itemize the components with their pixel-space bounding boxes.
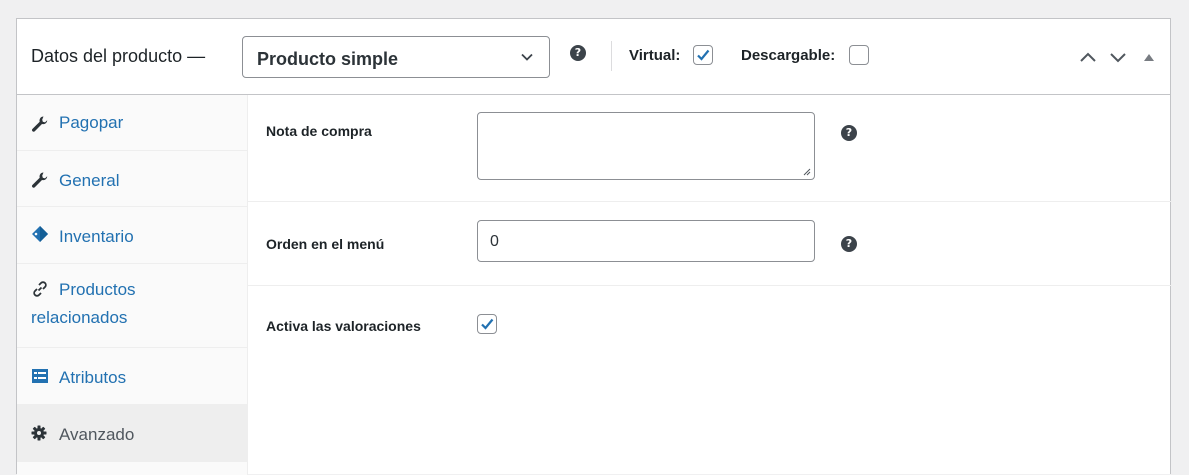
gear-icon: [31, 425, 47, 441]
help-icon[interactable]: ?: [570, 45, 586, 61]
menu-order-value: 0: [490, 233, 499, 250]
tab-pagopar[interactable]: Pagopar: [17, 95, 248, 151]
move-up-icon[interactable]: [1079, 49, 1097, 65]
help-icon[interactable]: ?: [841, 125, 857, 141]
chevron-down-icon: [521, 53, 533, 61]
reviews-label: Activa las valoraciones: [266, 318, 421, 334]
menu-order-label: Orden en el menú: [266, 236, 385, 252]
product-data-tabs: Pagopar General Inventario Productos rel…: [17, 95, 248, 475]
reviews-checkbox[interactable]: [477, 314, 497, 334]
tag-icon: [32, 226, 48, 242]
tab-label-line1: Productos: [59, 280, 136, 299]
toggle-panel-icon[interactable]: [1143, 51, 1155, 63]
divider: [611, 41, 612, 71]
panel-header: Datos del producto — Producto simple ? V…: [17, 19, 1170, 95]
link-icon: [33, 281, 47, 297]
tab-label: Atributos: [59, 368, 127, 387]
purchase-note-row: Nota de compra ?: [248, 95, 1172, 202]
tab-label: Inventario: [59, 227, 134, 246]
panel-title: Datos del producto —: [31, 46, 206, 66]
purchase-note-textarea[interactable]: [477, 112, 815, 180]
tab-inventario[interactable]: Inventario: [17, 207, 248, 264]
tab-general[interactable]: General: [17, 151, 248, 207]
virtual-label: Virtual:: [629, 47, 681, 64]
menu-order-input[interactable]: 0: [477, 220, 815, 262]
product-data-panel: Datos del producto — Producto simple ? V…: [16, 18, 1172, 475]
product-type-value: Producto simple: [257, 49, 399, 69]
tab-label: Avanzado: [59, 425, 135, 444]
check-icon: [481, 318, 494, 330]
reviews-row: Activa las valoraciones: [248, 286, 1172, 475]
wrench-icon: [32, 172, 48, 188]
help-icon[interactable]: ?: [841, 236, 857, 252]
downloadable-checkbox[interactable]: [849, 45, 869, 65]
downloadable-label: Descargable:: [741, 47, 836, 64]
wrench-icon: [32, 116, 48, 132]
list-icon: [32, 369, 48, 383]
tab-atributos[interactable]: Atributos: [17, 348, 248, 405]
tab-label: Pagopar: [59, 113, 124, 132]
tab-productos-relacionados[interactable]: Productos relacionados: [17, 264, 248, 348]
move-down-icon[interactable]: [1109, 49, 1127, 65]
tab-label-line2: relacionados: [31, 308, 128, 327]
menu-order-row: Orden en el menú 0 ?: [248, 202, 1172, 286]
resize-handle-icon[interactable]: [803, 168, 811, 176]
virtual-checkbox[interactable]: [693, 45, 713, 65]
product-type-select[interactable]: Producto simple: [242, 36, 550, 78]
check-icon: [697, 49, 710, 61]
tab-label: General: [59, 171, 120, 190]
tab-avanzado[interactable]: Avanzado: [17, 405, 248, 462]
purchase-note-label: Nota de compra: [266, 123, 372, 139]
